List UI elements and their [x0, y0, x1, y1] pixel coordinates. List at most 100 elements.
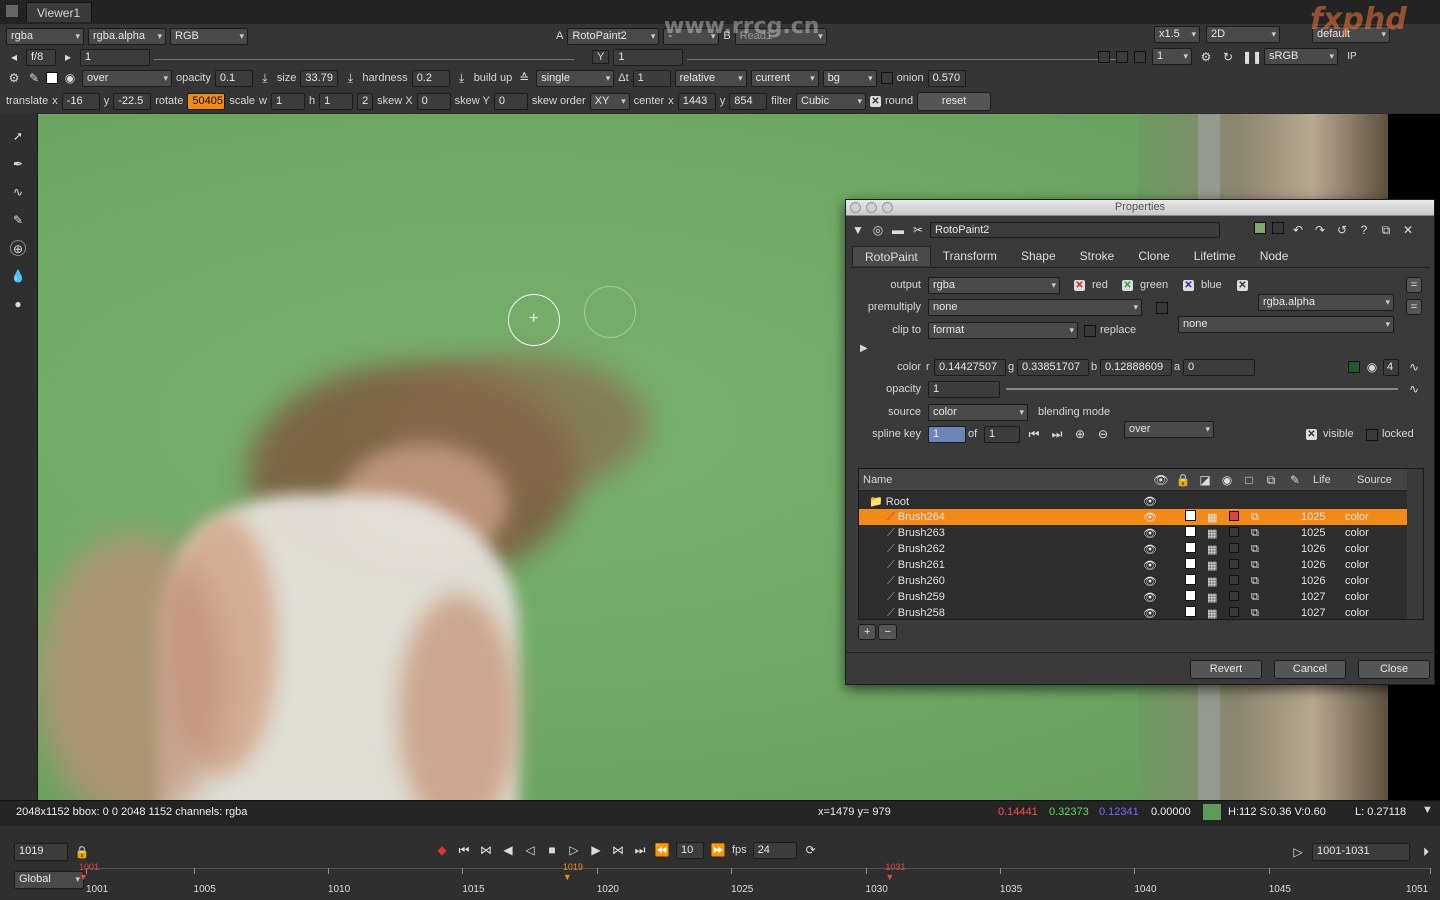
gamma-slider[interactable]: [687, 54, 1118, 60]
undo-icon[interactable]: ↶: [1290, 222, 1306, 238]
prev-icon[interactable]: ◂: [6, 49, 22, 65]
brush-settings-icon[interactable]: ✎: [26, 70, 42, 86]
premult-checkbox[interactable]: [1156, 302, 1168, 314]
properties-panel[interactable]: Properties ▼ ◎ ▬ ✂ RotoPaint2 ↶ ↷ ↺ ? ⧉ …: [845, 199, 1436, 685]
range-icon[interactable]: ▷: [1290, 844, 1306, 860]
close-panel-icon[interactable]: ✕: [1400, 222, 1416, 238]
gamma-field[interactable]: 1: [613, 48, 684, 66]
reset-button[interactable]: reset: [917, 91, 992, 111]
col-life-header[interactable]: Life: [1313, 474, 1331, 486]
tab-transform[interactable]: Transform: [931, 246, 1009, 266]
proxy-select[interactable]: 1: [1152, 48, 1192, 65]
play-back-icon[interactable]: ◁: [522, 842, 538, 858]
layer-row[interactable]: ⟋ Brush262 👁 ▦ ⧉ 1026 color: [859, 541, 1407, 557]
next-icon[interactable]: ▸: [60, 49, 76, 65]
scale-split-button[interactable]: 2: [357, 92, 374, 110]
eye-icon[interactable]: 👁: [1143, 608, 1157, 620]
tab-rotopaint[interactable]: RotoPaint: [852, 246, 931, 266]
red-checkbox[interactable]: ✕: [1074, 280, 1085, 291]
gear-icon[interactable]: ⚙: [1198, 49, 1214, 65]
skewy-field[interactable]: 0: [493, 92, 528, 110]
green-checkbox[interactable]: ✕: [1122, 280, 1133, 291]
layer-row[interactable]: ⟋ Brush261 👁 ▦ ⧉ 1026 color: [859, 557, 1407, 573]
hardness-field[interactable]: 0.2: [411, 69, 450, 87]
scale-w-field[interactable]: 1: [270, 92, 305, 110]
size-field[interactable]: 33.79: [300, 69, 339, 87]
select-tool-icon[interactable]: ➚: [10, 128, 26, 144]
expand-arrow-icon[interactable]: ▶: [860, 343, 868, 354]
eye-icon[interactable]: 👁: [1143, 592, 1157, 604]
timeline-marker-out[interactable]: 1031 ▼: [885, 862, 905, 882]
timeline-scope-select[interactable]: Global: [14, 871, 84, 889]
stack-icon[interactable]: ≙: [516, 70, 532, 86]
close-button[interactable]: Close: [1358, 660, 1430, 679]
overlay-checkbox[interactable]: [1228, 574, 1239, 585]
tab-stroke[interactable]: Stroke: [1068, 246, 1127, 266]
skeworder-select[interactable]: XY: [589, 92, 630, 110]
color-icon[interactable]: ▦: [1207, 592, 1217, 604]
last-frame-icon[interactable]: ⏭: [632, 842, 648, 858]
colorspace-select[interactable]: RGB: [170, 27, 248, 45]
table-scrollbar[interactable]: [1407, 469, 1423, 619]
color-b-field[interactable]: 0.12888609: [1100, 359, 1172, 376]
current-select[interactable]: current: [750, 69, 819, 87]
timeline[interactable]: 1001 1005 1010 1015 1020 1025 1030 1035 1040 1045…: [79, 862, 1431, 896]
color-swatch-icon[interactable]: [1348, 361, 1360, 373]
remove-key-icon[interactable]: ⊖: [1095, 426, 1111, 442]
step-forward-icon[interactable]: ▶: [588, 842, 604, 858]
overlay-checkbox[interactable]: [1228, 606, 1239, 617]
camera-icon[interactable]: ▬: [890, 222, 906, 238]
zoom-select[interactable]: x1.5: [1154, 26, 1200, 43]
color-icon[interactable]: ▦: [1207, 576, 1217, 588]
tab-lifetime[interactable]: Lifetime: [1182, 246, 1248, 266]
motionblur-icon[interactable]: ⧉: [1251, 607, 1259, 619]
prev-key-icon[interactable]: ⏮: [1026, 426, 1042, 442]
eye-icon[interactable]: 👁: [1143, 576, 1157, 588]
scale-h-field[interactable]: 1: [319, 92, 354, 110]
current-frame-field[interactable]: 1019: [14, 843, 68, 861]
revert-button[interactable]: Revert: [1190, 660, 1262, 679]
first-frame-icon[interactable]: ⏮: [456, 842, 472, 858]
motionblur-icon[interactable]: ⧉: [1251, 575, 1259, 587]
collapse-icon[interactable]: ▼: [850, 222, 866, 238]
animation-curve-icon[interactable]: ∿: [1406, 359, 1422, 375]
paint-mode-select[interactable]: single: [536, 69, 615, 87]
skip-back-icon[interactable]: ⏪: [654, 842, 670, 858]
alpha-checkbox[interactable]: ✕: [1237, 280, 1248, 291]
color-icon[interactable]: ▦: [1207, 560, 1217, 572]
output-select[interactable]: rgba: [928, 277, 1060, 294]
dt-field[interactable]: 1: [632, 69, 671, 87]
layers-table[interactable]: Name 👁 🔒 ◪ ◉ □ ⧉ ✎ Life Source 📁 Root 👁 …: [858, 468, 1424, 620]
invert-checkbox[interactable]: [1184, 510, 1196, 521]
frame-field[interactable]: 1: [80, 48, 150, 66]
buildup-link-icon[interactable]: ⤓: [454, 70, 470, 86]
overlay-checkbox[interactable]: [1228, 542, 1239, 553]
status-menu-icon[interactable]: ▼: [1422, 804, 1433, 816]
source-select[interactable]: color: [928, 404, 1028, 421]
invert-checkbox[interactable]: [1184, 590, 1196, 601]
center-y-field[interactable]: 854: [729, 92, 768, 110]
color-count-field[interactable]: 4: [1383, 359, 1399, 376]
bezier-tool-icon[interactable]: ∿: [10, 184, 26, 200]
color-icon[interactable]: ▦: [1207, 608, 1217, 620]
motionblur-icon[interactable]: ⧉: [1251, 543, 1259, 555]
brush-tool-icon[interactable]: ✎: [10, 212, 26, 228]
eye-icon[interactable]: 👁: [1143, 512, 1157, 524]
motionblur-icon[interactable]: ⧉: [1251, 591, 1259, 603]
step-field[interactable]: 10: [676, 842, 704, 859]
invert-checkbox[interactable]: [1184, 606, 1196, 617]
help-icon[interactable]: ?: [1356, 222, 1372, 238]
float-icon[interactable]: ⧉: [1378, 222, 1394, 238]
next-keyframe-icon[interactable]: ⋈: [610, 842, 626, 858]
gear-icon[interactable]: ⚙: [6, 70, 22, 86]
stop-icon[interactable]: ■: [544, 842, 560, 858]
color-r-field[interactable]: 0.14427507: [934, 359, 1006, 376]
replace-checkbox[interactable]: [1084, 325, 1096, 337]
color-swatch-icon[interactable]: [46, 72, 58, 84]
motionblur-icon[interactable]: ⧉: [1251, 527, 1259, 539]
color-icon[interactable]: ▦: [1207, 528, 1217, 540]
node-color2-icon[interactable]: [1272, 222, 1284, 234]
premult-menu-button[interactable]: =: [1406, 299, 1422, 315]
color-wheel-icon[interactable]: ◉: [62, 70, 78, 86]
layer-row[interactable]: ⟋ Brush260 👁 ▦ ⧉ 1026 color: [859, 573, 1407, 589]
